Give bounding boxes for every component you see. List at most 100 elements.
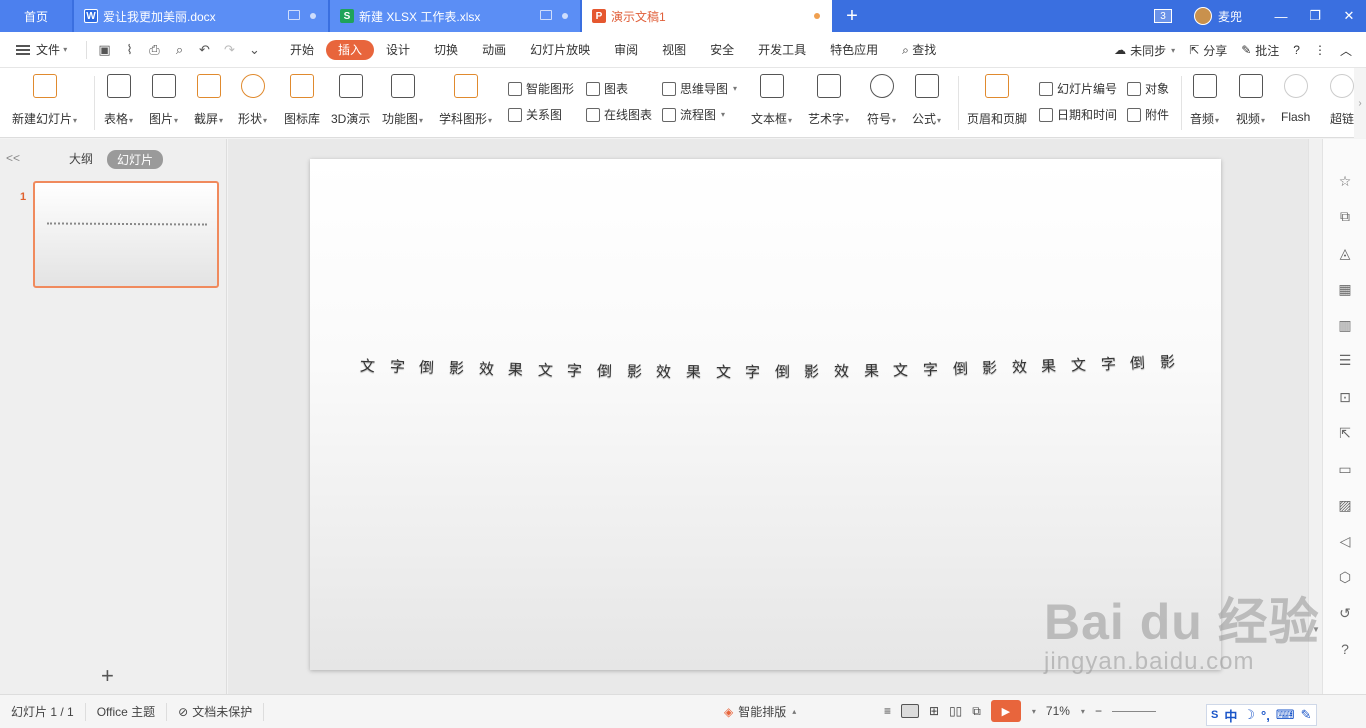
subject-shape-button[interactable]: 学科图形▾ (439, 74, 492, 127)
tab-xls[interactable]: S 新建 XLSX 工作表.xlsx (330, 0, 580, 32)
tab-display-icon[interactable] (288, 10, 300, 20)
sliders-icon[interactable]: ☰ (1337, 352, 1353, 368)
grid-icon[interactable]: ▦ (1337, 281, 1353, 297)
menu-search[interactable]: ⌕ 查找 (890, 40, 948, 60)
menu-review[interactable]: 审阅 (602, 40, 650, 60)
history-icon[interactable]: ↺ (1337, 605, 1353, 621)
zoom-slider[interactable] (1111, 710, 1156, 712)
play-dropdown-icon[interactable]: ▾ (1032, 707, 1036, 716)
new-slide-button[interactable]: 新建幻灯片▾ (12, 74, 77, 127)
tab-doc[interactable]: W 爱让我更加美丽.docx (74, 0, 328, 32)
table-button[interactable]: 表格▾ (104, 74, 133, 127)
star-icon[interactable]: ☆ (1337, 173, 1353, 189)
ribbon-scroll-right-icon[interactable]: › (1354, 68, 1366, 138)
avatar[interactable] (1193, 7, 1212, 25)
export-icon[interactable]: ⇱ (1337, 425, 1353, 441)
wordart-text[interactable]: 文字倒影效果文字倒影效果文字倒影效果文字倒影效果文字倒影 (360, 354, 1176, 382)
menu-view[interactable]: 视图 (650, 40, 698, 60)
header-footer-button[interactable]: 页眉和页脚 (967, 74, 1027, 127)
relation-button[interactable]: 关系图 (508, 106, 562, 123)
formula-button[interactable]: 公式▾ (912, 74, 941, 127)
wordart-button[interactable]: 艺术字▾ (808, 74, 849, 127)
menu-insert[interactable]: 插入 (326, 39, 375, 60)
icon-library-button[interactable]: 图标库 (284, 74, 320, 127)
print-preview-icon[interactable]: ⌕ (172, 42, 187, 57)
username[interactable]: 麦兜 (1218, 8, 1242, 25)
datetime-button[interactable]: 日期和时间 (1039, 106, 1117, 123)
save-icon[interactable]: ▣ (97, 42, 112, 57)
tab-close-dot-icon[interactable] (562, 13, 568, 19)
tab-ppt[interactable]: P 演示文稿1 (582, 0, 832, 32)
share-button[interactable]: ⇱ 分享 (1189, 42, 1227, 59)
minimize-icon[interactable]: — (1264, 9, 1298, 24)
comment-button[interactable]: ✎ 批注 (1241, 42, 1279, 59)
tab-unsaved-dot-icon[interactable] (814, 13, 820, 19)
redo-icon[interactable]: ↷ (222, 42, 237, 57)
slide-sorter-icon[interactable]: ⊞ (929, 704, 939, 718)
screenshot-button[interactable]: 截屏▾ (194, 74, 223, 127)
close-icon[interactable]: ✕ (1332, 8, 1366, 24)
window-count-badge[interactable]: 3 (1153, 9, 1172, 23)
fill-icon[interactable]: ◬ (1337, 245, 1353, 261)
symbol-button[interactable]: 符号▾ (867, 74, 896, 127)
tab-display-icon[interactable] (540, 10, 552, 20)
textbox-button[interactable]: 文本框▾ (751, 74, 792, 127)
add-tab-button[interactable]: + (832, 0, 872, 32)
format-painter-icon[interactable]: ⌇ (122, 42, 137, 57)
punctuation-icon[interactable]: °, (1261, 708, 1270, 723)
tab-close-dot-icon[interactable] (310, 13, 316, 19)
menu-design[interactable]: 设计 (374, 40, 422, 60)
image-search-icon[interactable]: ⊡ (1337, 389, 1353, 405)
picture-icon[interactable]: ▨ (1337, 497, 1353, 513)
video-button[interactable]: 视频▾ (1236, 74, 1265, 127)
print-icon[interactable]: ⎙ (147, 42, 162, 57)
more-icon[interactable]: ⋮ (1314, 43, 1326, 57)
file-menu[interactable]: 文件 ▾ (0, 41, 86, 58)
undo-icon[interactable]: ↶ (197, 42, 212, 57)
attachment-button[interactable]: 附件 (1127, 106, 1169, 123)
menu-transition[interactable]: 切换 (422, 40, 470, 60)
tab-outline[interactable]: 大纲 (69, 150, 93, 167)
transform-icon[interactable]: ⧉ (1337, 208, 1353, 224)
online-chart-button[interactable]: 在线图表 (586, 106, 652, 123)
picture-button[interactable]: 图片▾ (149, 74, 178, 127)
function-chart-button[interactable]: 功能图▾ (382, 74, 423, 127)
notes-icon[interactable]: ≡ (884, 704, 891, 718)
tab-home[interactable]: 首页 (0, 0, 72, 32)
tab-slides[interactable]: 幻灯片 (107, 150, 164, 169)
sync-button[interactable]: ☁ 未同步 ▾ (1114, 42, 1175, 59)
help-icon[interactable]: ? (1337, 641, 1353, 657)
chart-bars-icon[interactable]: ▥ (1337, 317, 1353, 333)
restore-icon[interactable]: ❐ (1298, 8, 1332, 24)
audio-button[interactable]: 音频▾ (1190, 74, 1219, 127)
menu-security[interactable]: 安全 (698, 40, 746, 60)
smart-shape-button[interactable]: 智能图形 (508, 80, 574, 97)
presenter-view-icon[interactable]: ⧉ (972, 704, 981, 719)
smart-layout-button[interactable]: ◈ 智能排版 ▴ (724, 703, 796, 720)
reading-view-icon[interactable]: ▯▯ (949, 704, 962, 718)
chart-button[interactable]: 图表 (586, 80, 628, 97)
collapse-ribbon-icon[interactable]: ︿ (1340, 42, 1352, 59)
menu-slideshow[interactable]: 幻灯片放映 (518, 40, 602, 60)
audio-icon[interactable]: ◁ (1337, 533, 1353, 549)
object-button[interactable]: 对象 (1127, 80, 1169, 97)
hyperlink-button[interactable]: 超链 (1330, 74, 1354, 127)
help-button[interactable]: ? (1293, 43, 1300, 57)
3d-demo-button[interactable]: 3D演示 (331, 74, 370, 127)
ime-mode-icon[interactable]: S (1211, 709, 1218, 721)
protect-status[interactable]: ⊘ 文档未保护 (167, 702, 265, 721)
shield-icon[interactable]: ⬡ (1337, 569, 1353, 585)
mindmap-button[interactable]: 思维导图 ▾ (662, 80, 737, 97)
menu-home[interactable]: 开始 (278, 40, 326, 60)
collapse-panel-icon[interactable]: << (6, 151, 20, 165)
menu-developer[interactable]: 开发工具 (746, 40, 818, 60)
flash-button[interactable]: Flash (1281, 74, 1310, 124)
customize-dropdown-icon[interactable]: ⌄ (247, 42, 262, 57)
settings-icon[interactable]: ✎ (1301, 707, 1312, 723)
zoom-level[interactable]: 71% (1046, 704, 1070, 718)
menu-animation[interactable]: 动画 (470, 40, 518, 60)
flowchart-button[interactable]: 流程图 ▾ (662, 106, 725, 123)
ime-language[interactable]: 中 (1224, 706, 1237, 725)
add-slide-button[interactable]: + (101, 663, 114, 689)
slide-number-button[interactable]: 幻灯片编号 (1039, 80, 1117, 97)
